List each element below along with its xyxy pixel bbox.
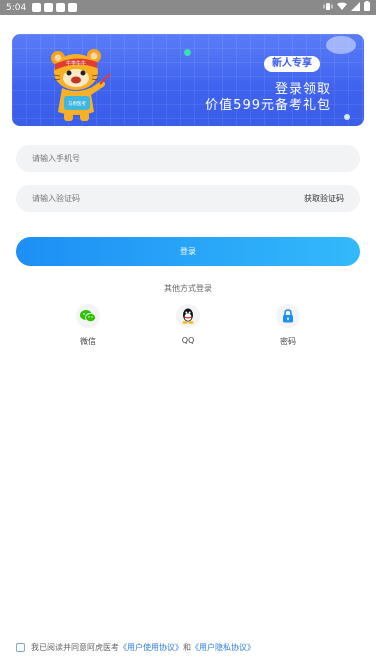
password-login-option[interactable]: 密码 <box>268 304 308 347</box>
qq-label: QQ <box>181 336 195 345</box>
status-icons <box>323 1 370 14</box>
headband-text: 牛学牛牛 <box>66 60 86 67</box>
agreement-checkbox[interactable] <box>16 643 25 652</box>
phone-input[interactable] <box>32 154 344 163</box>
signal-icon <box>351 1 360 14</box>
phone-field[interactable] <box>16 145 360 172</box>
other-login-title: 其他方式登录 <box>164 284 212 293</box>
wechat-label: 微信 <box>80 337 96 346</box>
wifi-icon <box>337 2 347 14</box>
notification-icon <box>44 3 54 12</box>
banner-subheadline: 价值599元备考礼包 <box>205 98 331 113</box>
banner-dot <box>344 114 350 120</box>
agreement-and: 和 <box>183 643 191 652</box>
wechat-login-option[interactable]: 微信 <box>68 304 108 347</box>
tiger-mascot-image: 牛学牛牛 马原医考 <box>51 49 111 121</box>
vibrate-icon <box>323 2 333 14</box>
login-button[interactable]: 登录 <box>16 237 360 266</box>
get-code-button[interactable]: 获取验证码 <box>304 193 344 204</box>
user-agreement-link[interactable]: 《用户使用协议》 <box>119 642 183 653</box>
status-time: 5:04 <box>6 2 27 13</box>
shirt-text: 马原医考 <box>68 100 86 107</box>
notification-icon <box>68 3 78 12</box>
privacy-policy-link[interactable]: 《用户隐私协议》 <box>191 642 255 653</box>
notification-icon <box>32 3 42 12</box>
notification-icon <box>56 3 66 12</box>
qq-icon[interactable] <box>176 304 200 328</box>
status-bar: 5:04 <box>0 0 376 15</box>
agreement-prefix: 我已阅读并同意阿虎医考 <box>31 643 119 652</box>
promo-banner[interactable]: 牛学牛牛 马原医考 新人专享 登录领取 价值599元备考礼包 <box>12 34 364 126</box>
password-label: 密码 <box>280 337 296 346</box>
lock-icon[interactable] <box>276 304 300 328</box>
wechat-icon[interactable] <box>76 304 100 328</box>
banner-tag: 新人专享 <box>264 56 320 72</box>
banner-bubble <box>326 36 356 54</box>
code-field[interactable]: 获取验证码 <box>16 185 360 212</box>
qq-login-option[interactable]: QQ <box>168 304 208 345</box>
banner-dot <box>184 49 191 56</box>
verification-code-input[interactable] <box>32 194 304 203</box>
battery-icon <box>364 1 370 14</box>
agreement-row: 我已阅读并同意阿虎医考 《用户使用协议》 和 《用户隐私协议》 <box>16 642 255 653</box>
